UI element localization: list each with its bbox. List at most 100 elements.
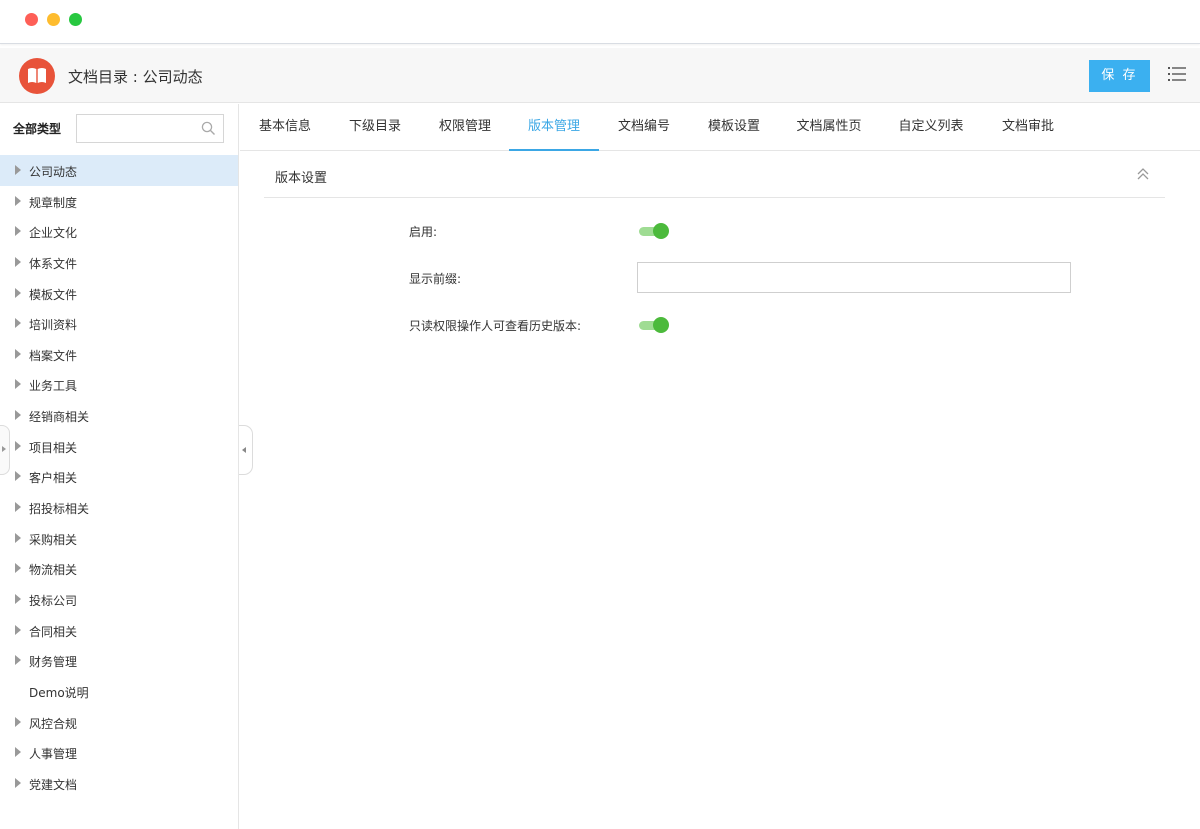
section-header: 版本设置 [264, 152, 1165, 198]
tab[interactable]: 文档审批 [983, 104, 1073, 151]
sidebar-item[interactable]: 合同相关 [0, 615, 238, 646]
sidebar-item-label: 模板文件 [29, 287, 78, 302]
double-chevron-up-icon[interactable] [1136, 166, 1150, 182]
sidebar-search[interactable] [76, 114, 224, 143]
sidebar-item-label: 合同相关 [29, 624, 78, 639]
caret-right-icon[interactable] [15, 318, 21, 329]
sidebar-item[interactable]: 档案文件 [0, 339, 238, 370]
sidebar-item[interactable]: 模板文件 [0, 278, 238, 309]
sidebar-item[interactable]: 项目相关 [0, 431, 238, 462]
sidebar-item-label: 业务工具 [29, 379, 78, 394]
tab[interactable]: 权限管理 [420, 104, 510, 151]
main-panel: 基本信息 下级目录 权限管理 版本管理 文档编号 模板设置 文档属性页 自定义列表 文档审批 版… [240, 104, 1200, 829]
open-book-icon [28, 68, 46, 83]
list-menu-icon[interactable] [1168, 66, 1186, 82]
sidebar-item-label: 投标公司 [29, 593, 78, 608]
caret-right-icon[interactable] [15, 195, 21, 206]
caret-right-icon[interactable] [15, 532, 21, 543]
enable-toggle[interactable] [638, 222, 671, 240]
sidebar-item[interactable]: 体系文件 [0, 247, 238, 278]
tab[interactable]: 版本管理 [509, 104, 599, 151]
section-title: 版本设置 [275, 171, 328, 186]
sidebar-item-label: 客户相关 [29, 471, 78, 486]
sidebar-item[interactable]: 培训资料 [0, 308, 238, 339]
caret-right-icon[interactable] [15, 348, 21, 359]
enable-label: 启用: [409, 225, 438, 239]
prefix-label: 显示前缀: [409, 272, 462, 286]
toggle-knob [653, 223, 669, 239]
sidebar-item[interactable]: 企业文化 [0, 216, 238, 247]
sidebar-item-label: 物流相关 [29, 563, 78, 578]
sidebar-item[interactable]: 人事管理 [0, 737, 238, 768]
sidebar-item[interactable]: 经销商相关 [0, 400, 238, 431]
sidebar-item-label: 规章制度 [29, 195, 78, 210]
sidebar-item-label: 经销商相关 [29, 410, 90, 425]
caret-right-icon[interactable] [15, 777, 21, 788]
sidebar-item-label: 档案文件 [29, 348, 78, 363]
sidebar-item[interactable]: 投标公司 [0, 584, 238, 615]
sidebar-item[interactable]: 采购相关 [0, 523, 238, 554]
caret-right-icon[interactable] [15, 379, 21, 390]
all-types-label[interactable]: 全部类型 [13, 120, 61, 137]
sidebar-item[interactable]: 财务管理 [0, 645, 238, 676]
caret-right-icon[interactable] [15, 165, 21, 175]
sidebar-item-label: 财务管理 [29, 655, 78, 670]
caret-right-icon[interactable] [15, 747, 21, 758]
sidebar-item[interactable]: 物流相关 [0, 553, 238, 584]
caret-right-icon[interactable] [15, 593, 21, 604]
expand-left-handle[interactable] [0, 425, 10, 475]
sidebar-item-label: 项目相关 [29, 440, 78, 455]
caret-right-icon[interactable] [15, 716, 21, 727]
tab[interactable]: 文档编号 [599, 104, 689, 151]
sidebar-item-label: 企业文化 [29, 226, 78, 241]
search-icon[interactable] [201, 121, 216, 136]
readonly-history-toggle[interactable] [638, 316, 671, 334]
caret-right-icon[interactable] [15, 440, 21, 451]
toggle-knob [653, 317, 669, 333]
close-window-button[interactable] [25, 13, 38, 26]
arrow-right-icon [2, 446, 6, 452]
sidebar-search-input[interactable] [81, 118, 199, 139]
tab[interactable]: 模板设置 [689, 104, 779, 151]
sidebar-item-label: 体系文件 [29, 256, 78, 271]
save-button[interactable]: 保 存 [1089, 60, 1150, 92]
caret-right-icon[interactable] [15, 563, 21, 574]
caret-right-icon[interactable] [15, 410, 21, 421]
prefix-input[interactable] [637, 262, 1071, 293]
caret-right-icon[interactable] [15, 471, 21, 482]
app-logo [19, 58, 55, 94]
sidebar-item[interactable]: 规章制度 [0, 186, 238, 217]
category-sidebar: 全部类型 公司动态规章制度企业文化体系文件模板文件培训资料档案文件业务工具经销商… [0, 104, 239, 829]
sidebar-header: 全部类型 [0, 104, 239, 154]
tab[interactable]: 基本信息 [240, 104, 330, 151]
sidebar-item-label: 招投标相关 [29, 502, 90, 517]
page-header: 文档目录 : 公司动态 保 存 [0, 48, 1200, 103]
tab[interactable]: 自定义列表 [881, 104, 981, 151]
caret-right-icon[interactable] [15, 287, 21, 298]
sidebar-item-label: 党建文档 [29, 777, 78, 792]
sidebar-item[interactable]: 客户相关 [0, 461, 238, 492]
caret-right-icon[interactable] [15, 655, 21, 666]
sidebar-item[interactable]: 招投标相关 [0, 492, 238, 523]
tab-bar: 基本信息 下级目录 权限管理 版本管理 文档编号 模板设置 文档属性页 自定义列表 文档审批 [240, 104, 1200, 151]
minimize-window-button[interactable] [47, 13, 60, 26]
sidebar-item[interactable]: Demo说明 [0, 676, 238, 707]
caret-right-icon[interactable] [15, 226, 21, 237]
caret-right-icon[interactable] [15, 624, 21, 635]
sidebar-item[interactable]: 党建文档 [0, 768, 238, 799]
page-title: 文档目录 : 公司动态 [68, 68, 203, 86]
sidebar-item[interactable]: 公司动态 [0, 155, 238, 186]
category-tree: 公司动态规章制度企业文化体系文件模板文件培训资料档案文件业务工具经销商相关项目相… [0, 155, 238, 798]
tab[interactable]: 下级目录 [330, 104, 420, 151]
sidebar-item-label: 培训资料 [29, 318, 78, 333]
sidebar-item-label: 风控合规 [29, 716, 78, 731]
sidebar-item[interactable]: 业务工具 [0, 369, 238, 400]
readonly-history-label: 只读权限操作人可查看历史版本: [409, 319, 582, 333]
tab[interactable]: 文档属性页 [779, 104, 879, 151]
sidebar-item[interactable]: 风控合规 [0, 707, 238, 738]
sidebar-item-label: Demo说明 [29, 685, 89, 700]
caret-right-icon[interactable] [15, 502, 21, 513]
caret-right-icon[interactable] [15, 256, 21, 267]
sidebar-item-label: 采购相关 [29, 532, 78, 547]
maximize-window-button[interactable] [69, 13, 82, 26]
